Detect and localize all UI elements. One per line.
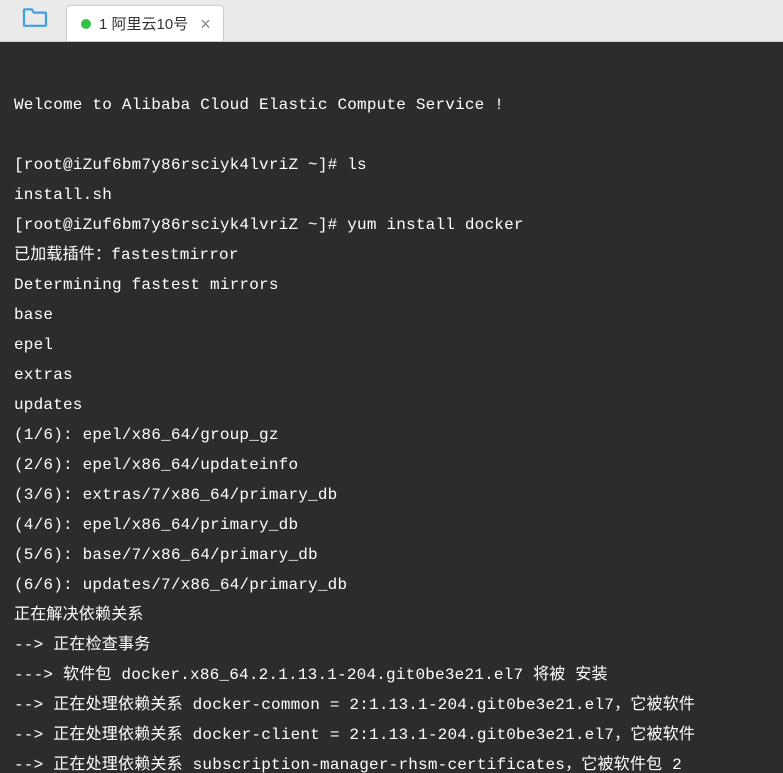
terminal-output[interactable]: Welcome to Alibaba Cloud Elastic Compute… [0,42,783,773]
terminal-line: --> 正在处理依赖关系 subscription-manager-rhsm-c… [14,750,769,773]
terminal-line: (4/6): epel/x86_64/primary_db [14,510,769,540]
close-icon[interactable]: × [200,15,211,33]
status-dot-icon [81,19,91,29]
folder-icon [21,6,49,33]
terminal-line: --> 正在检查事务 [14,630,769,660]
terminal-line: [root@iZuf6bm7y86rsciyk4lvriZ ~]# ls [14,150,769,180]
terminal-line [14,60,769,90]
terminal-line: --> 正在处理依赖关系 docker-common = 2:1.13.1-20… [14,690,769,720]
terminal-line: (6/6): updates/7/x86_64/primary_db [14,570,769,600]
terminal-line: extras [14,360,769,390]
terminal-line: 已加载插件：fastestmirror [14,240,769,270]
terminal-line: updates [14,390,769,420]
terminal-line: epel [14,330,769,360]
terminal-line [14,120,769,150]
terminal-line: 正在解决依赖关系 [14,600,769,630]
tab-label: 1 阿里云10号 [99,13,188,34]
terminal-line: Welcome to Alibaba Cloud Elastic Compute… [14,90,769,120]
terminal-line: (3/6): extras/7/x86_64/primary_db [14,480,769,510]
folder-button[interactable] [10,1,60,37]
terminal-line: --> 正在处理依赖关系 docker-client = 2:1.13.1-20… [14,720,769,750]
tab-session-1[interactable]: 1 阿里云10号 × [66,5,224,41]
terminal-line: base [14,300,769,330]
terminal-line: [root@iZuf6bm7y86rsciyk4lvriZ ~]# yum in… [14,210,769,240]
tab-bar: 1 阿里云10号 × [0,0,783,42]
terminal-line: install.sh [14,180,769,210]
terminal-line: Determining fastest mirrors [14,270,769,300]
terminal-line: (1/6): epel/x86_64/group_gz [14,420,769,450]
terminal-line: ---> 软件包 docker.x86_64.2.1.13.1-204.git0… [14,660,769,690]
terminal-line: (5/6): base/7/x86_64/primary_db [14,540,769,570]
terminal-line: (2/6): epel/x86_64/updateinfo [14,450,769,480]
